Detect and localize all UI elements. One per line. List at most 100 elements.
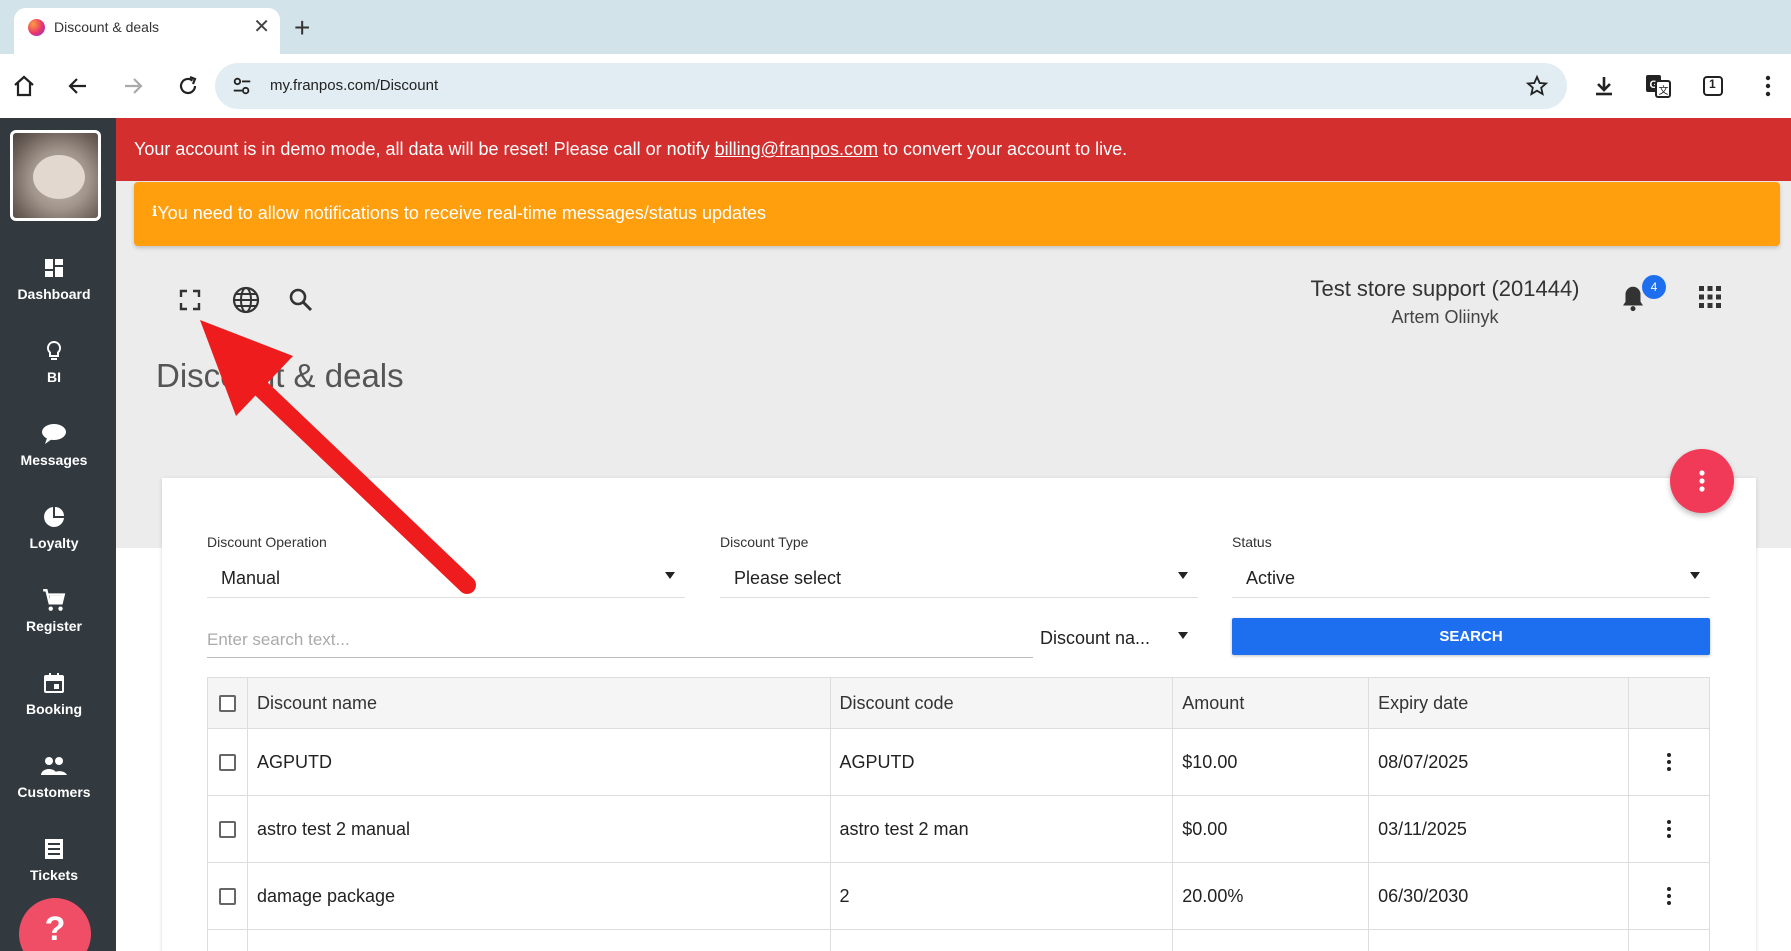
- download-icon[interactable]: [1590, 72, 1618, 100]
- translate-icon[interactable]: G文: [1644, 72, 1672, 100]
- amount-cell: $0.00: [1172, 795, 1370, 863]
- select-all-checkbox[interactable]: [218, 695, 236, 713]
- discount-code-cell: 2: [829, 862, 1174, 930]
- sidebar-item-tickets[interactable]: Tickets: [0, 835, 108, 905]
- expiry-date-cell: 06/30/2030: [1368, 862, 1629, 930]
- expiry-date-cell: [1368, 929, 1629, 951]
- expiry-date-cell: 03/11/2025: [1368, 795, 1629, 863]
- tab-count-icon[interactable]: 1: [1699, 72, 1727, 100]
- calendar-icon: [0, 669, 108, 697]
- table-row[interactable]: damage package 2 20.00% 06/30/2030: [207, 862, 1710, 930]
- store-name[interactable]: Test store support (201444): [1270, 276, 1620, 302]
- sidebar-item-label: Dashboard: [17, 286, 91, 302]
- discount-code-cell: [829, 929, 1174, 951]
- site-settings-icon[interactable]: [231, 75, 253, 102]
- vertical-dots-icon: [1699, 470, 1705, 492]
- discount-name-cell: astro test 2 manual: [246, 795, 831, 863]
- row-more-icon[interactable]: [1629, 887, 1709, 905]
- discount-type-value: Please select: [734, 568, 842, 588]
- sidebar-item-label: Booking: [26, 701, 82, 717]
- search-field-select[interactable]: Discount na...: [1026, 618, 1198, 658]
- row-checkbox[interactable]: [218, 821, 236, 839]
- sidebar-item-bi[interactable]: BI: [0, 337, 108, 407]
- people-icon: [0, 752, 108, 780]
- help-button[interactable]: ?: [19, 898, 91, 951]
- demo-banner-text-suffix: to convert your account to live.: [878, 139, 1128, 159]
- forward-arrow-icon[interactable]: [119, 72, 147, 100]
- sidebar-item-customers[interactable]: Customers: [0, 752, 108, 822]
- sidebar-item-label: Customers: [17, 784, 91, 800]
- sidebar-item-dashboard[interactable]: Dashboard: [0, 254, 108, 324]
- fullscreen-icon[interactable]: [176, 286, 204, 314]
- row-more-icon[interactable]: [1629, 820, 1709, 838]
- more-actions-fab[interactable]: [1670, 449, 1734, 513]
- sidebar-item-label: Register: [25, 618, 83, 634]
- table-row[interactable]: astro test 2 manual astro test 2 man $0.…: [207, 795, 1710, 863]
- discount-table: Discount name Discount code Amount Expir…: [207, 677, 1710, 951]
- discount-operation-select[interactable]: Manual: [207, 558, 685, 598]
- back-arrow-icon[interactable]: [64, 72, 92, 100]
- column-header-code[interactable]: Discount code: [829, 677, 1174, 729]
- page-title: Discount & deals: [156, 357, 404, 394]
- apps-grid-icon[interactable]: [1698, 285, 1722, 314]
- discount-operation-label: Discount Operation: [207, 534, 327, 550]
- select-all-cell: [207, 677, 248, 729]
- table-row[interactable]: [207, 929, 1710, 951]
- table-row[interactable]: AGPUTD AGPUTD $10.00 08/07/2025: [207, 728, 1710, 796]
- sidebar-item-label: Messages: [20, 452, 88, 468]
- address-bar[interactable]: my.franpos.com/Discount: [215, 63, 1567, 109]
- search-input[interactable]: [207, 618, 1033, 658]
- status-select[interactable]: Active: [1232, 558, 1710, 598]
- amount-cell: $10.00: [1172, 728, 1370, 796]
- search-icon[interactable]: [287, 286, 315, 314]
- sidebar-item-label: BI: [47, 369, 61, 385]
- status-label: Status: [1232, 534, 1272, 550]
- reload-icon[interactable]: [174, 72, 202, 100]
- discount-operation-value: Manual: [221, 568, 281, 588]
- discount-name-cell: damage package: [246, 862, 831, 930]
- favicon-icon: [28, 19, 45, 36]
- lightbulb-icon: [0, 337, 108, 365]
- discount-name-cell: [246, 929, 831, 951]
- column-header-expiry[interactable]: Expiry date: [1368, 677, 1629, 729]
- row-checkbox[interactable]: [218, 888, 236, 906]
- browser-toolbar: my.franpos.com/Discount G文 1: [0, 54, 1791, 118]
- sidebar-item-register[interactable]: Register: [0, 586, 108, 656]
- globe-icon[interactable]: [232, 286, 260, 314]
- notification-banner-text: You need to allow notifications to recei…: [157, 203, 767, 223]
- demo-banner-text: Your account is in demo mode, all data w…: [134, 139, 715, 159]
- browser-menu-icon[interactable]: [1754, 72, 1782, 100]
- browser-tab[interactable]: Discount & deals ✕: [14, 8, 280, 54]
- chevron-down-icon: [1178, 632, 1188, 639]
- close-tab-icon[interactable]: ✕: [253, 17, 270, 37]
- tab-title: Discount & deals: [54, 19, 160, 35]
- sidebar-item-booking[interactable]: Booking: [0, 669, 108, 739]
- billing-email-link[interactable]: billing@franpos.com: [715, 139, 878, 159]
- table-header-row: Discount name Discount code Amount Expir…: [207, 677, 1710, 729]
- avatar[interactable]: [10, 130, 101, 221]
- notification-count-badge: 4: [1642, 275, 1666, 299]
- row-checkbox[interactable]: [218, 754, 236, 772]
- home-icon[interactable]: [10, 72, 38, 100]
- discount-code-cell: AGPUTD: [829, 728, 1174, 796]
- chevron-down-icon: [1690, 572, 1700, 579]
- user-name[interactable]: Artem Oliinyk: [1270, 307, 1620, 328]
- sidebar-item-messages[interactable]: Messages: [0, 420, 108, 490]
- chevron-down-icon: [665, 572, 675, 579]
- expiry-date-cell: 08/07/2025: [1368, 728, 1629, 796]
- column-header-name[interactable]: Discount name: [246, 677, 831, 729]
- search-button[interactable]: SEARCH: [1232, 618, 1710, 655]
- new-tab-button[interactable]: +: [294, 14, 310, 42]
- chat-bubble-icon: [0, 420, 108, 448]
- bookmark-star-icon[interactable]: [1525, 74, 1549, 103]
- demo-mode-banner: Your account is in demo mode, all data w…: [116, 118, 1791, 181]
- discount-type-select[interactable]: Please select: [720, 558, 1198, 598]
- sidebar-item-loyalty[interactable]: Loyalty: [0, 503, 108, 573]
- notification-banner: ℹYou need to allow notifications to rece…: [134, 182, 1780, 246]
- column-header-amount[interactable]: Amount: [1172, 677, 1370, 729]
- tab-count: 1: [1709, 77, 1716, 91]
- chevron-down-icon: [1178, 572, 1188, 579]
- browser-tab-strip: Discount & deals ✕ +: [0, 0, 1791, 54]
- row-more-icon[interactable]: [1629, 753, 1709, 771]
- sidebar-item-label: Loyalty: [29, 535, 79, 551]
